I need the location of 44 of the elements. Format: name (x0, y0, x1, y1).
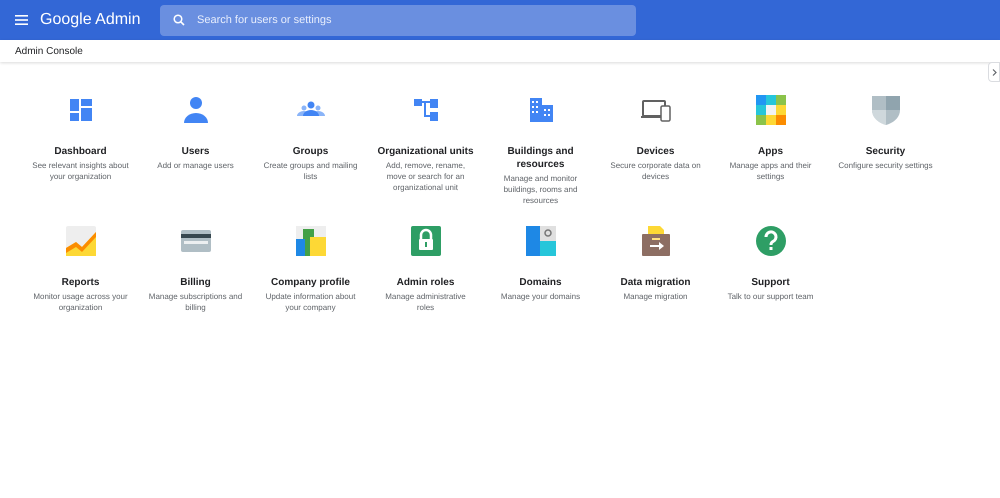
tile-description: See relevant insights about your organization (31, 160, 130, 182)
tile-title[interactable]: Devices (632, 145, 678, 158)
tile-title[interactable]: Security (862, 145, 910, 158)
breadcrumb[interactable]: Admin Console (15, 44, 83, 58)
tile-title[interactable]: Buildings and resources (483, 145, 598, 171)
tile-description: Manage and monitor buildings, rooms and resources (502, 173, 578, 206)
chevron-icon (992, 68, 996, 76)
domain-buildings-icon[interactable] (524, 224, 558, 258)
tile-description: Add, remove, rename, move or search for an organizational unit (384, 160, 466, 193)
search-bar[interactable]: Search for users or settings (160, 4, 636, 36)
tile-description: Manage your domains (500, 291, 582, 302)
tile-title[interactable]: Groups (288, 145, 332, 158)
tile-title[interactable]: Domains (515, 276, 566, 289)
tile-description: Create groups and mailing lists (262, 160, 358, 182)
tile-title[interactable]: Company profile (267, 276, 354, 289)
tile-description: Monitor usage across your organization (32, 291, 129, 313)
padlock-icon[interactable] (408, 224, 442, 258)
menu-icon[interactable] (15, 15, 28, 25)
tile-description: Manage migration (622, 291, 689, 302)
search-icon (173, 14, 185, 26)
office-buildings-icon[interactable] (294, 224, 328, 258)
tile-title[interactable]: Apps (754, 145, 787, 158)
tile-title[interactable]: Admin roles (392, 276, 458, 289)
tile-title[interactable]: Organizational units (373, 145, 478, 158)
tile-description: Manage administrative roles (384, 291, 467, 313)
chart-icon[interactable] (64, 224, 98, 258)
tile-title[interactable]: Users (178, 145, 214, 158)
tile-description: Configure security settings (837, 160, 934, 171)
tile-description: Manage apps and their settings (728, 160, 812, 182)
tile-title[interactable]: Data migration (616, 276, 694, 289)
tile-description: Manage subscriptions and billing (148, 291, 244, 313)
tile-title[interactable]: Dashboard (50, 145, 111, 158)
tile-title[interactable]: Billing (176, 276, 215, 289)
tile-description: Talk to our support team (726, 291, 814, 302)
tile-title[interactable]: Support (747, 276, 794, 289)
tile-description: Secure corporate data on devices (609, 160, 702, 182)
search-field[interactable]: Search for users or settings (197, 12, 636, 28)
tile-description: Add or manage users (156, 160, 235, 171)
product-name[interactable]: Google Admin (40, 8, 147, 32)
tile-description: Update information about your company (264, 291, 356, 313)
help-icon[interactable] (754, 224, 788, 258)
side-panel-toggle[interactable] (988, 62, 1000, 82)
apps-grid-icon[interactable] (754, 93, 788, 127)
tile-title[interactable]: Reports (58, 276, 104, 289)
